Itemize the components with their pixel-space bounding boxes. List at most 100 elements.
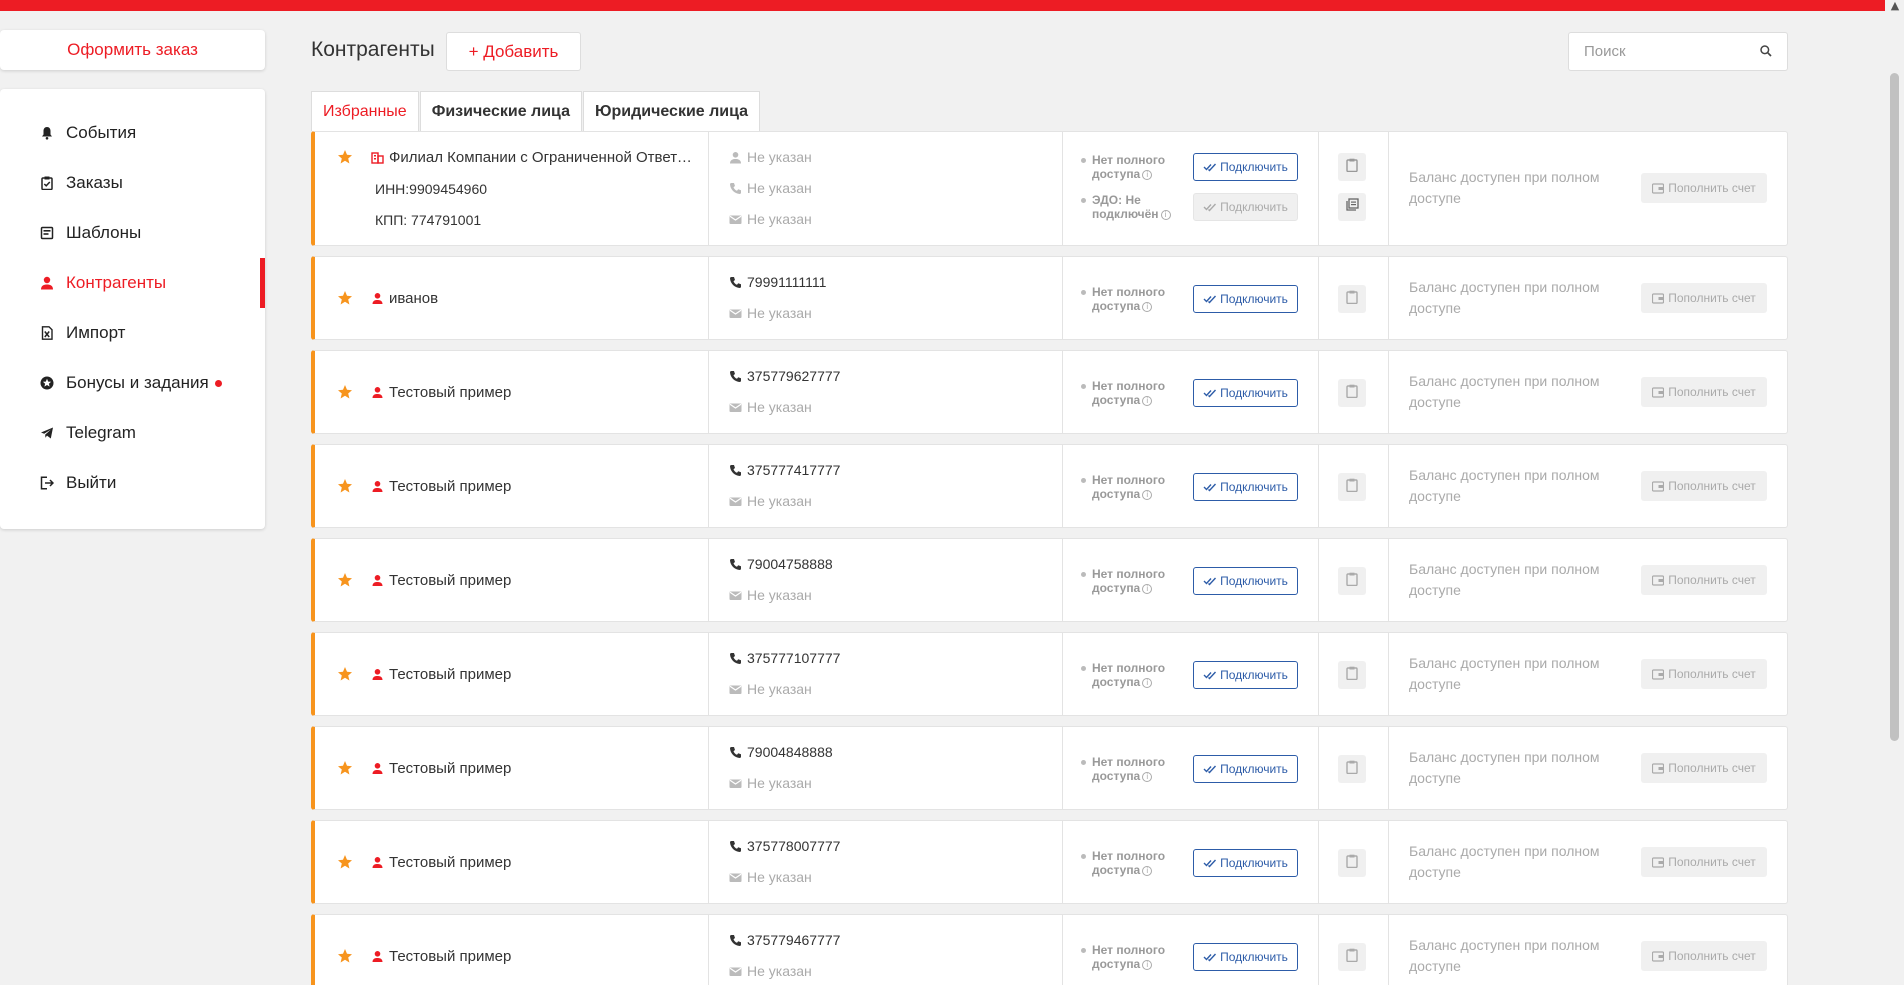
info-icon[interactable]: i <box>1142 169 1153 180</box>
balance-note: Баланс доступен при полном доступе <box>1409 749 1600 786</box>
favorite-star-icon[interactable] <box>337 854 353 870</box>
phone-value[interactable]: 375778007777 <box>747 838 840 854</box>
sidebar-item-import[interactable]: Импорт <box>0 308 265 358</box>
connect-edo-button[interactable]: Подключить <box>1193 193 1298 221</box>
connect-button[interactable]: Подключить <box>1193 153 1298 181</box>
scrollbar[interactable] <box>1885 11 1904 985</box>
top-up-button[interactable]: Пополнить счет <box>1641 753 1767 783</box>
phone-value[interactable]: 375777107777 <box>747 650 840 666</box>
counterparty-row[interactable]: Тестовый пример 375779467777 Не указан Н… <box>311 914 1788 985</box>
top-up-button[interactable]: Пополнить счет <box>1641 659 1767 689</box>
connect-button[interactable]: Подключить <box>1193 379 1298 407</box>
favorite-star-icon[interactable] <box>337 760 353 776</box>
sidebar-item-bonuses[interactable]: Бонусы и задания <box>0 358 265 408</box>
favorite-star-icon[interactable] <box>337 572 353 588</box>
connect-button[interactable]: Подключить <box>1193 567 1298 595</box>
connect-button[interactable]: Подключить <box>1193 285 1298 313</box>
sidebar-item-events[interactable]: События <box>0 108 265 158</box>
clipboard-button[interactable] <box>1338 661 1366 689</box>
sidebar-item-counterparties[interactable]: Контрагенты <box>0 258 265 308</box>
documents-button[interactable] <box>1338 193 1366 221</box>
info-icon[interactable]: i <box>1160 209 1171 220</box>
counterparty-row[interactable]: Тестовый пример 375777417777 Не указан Н… <box>311 444 1788 528</box>
contacts-cell: 79991111111 Не указан <box>709 257 1063 339</box>
person-name[interactable]: Тестовый пример <box>389 478 511 495</box>
connect-button[interactable]: Подключить <box>1193 943 1298 971</box>
top-up-button[interactable]: Пополнить счет <box>1641 471 1767 501</box>
person-name[interactable]: Тестовый пример <box>389 666 511 683</box>
scroll-up-arrow-icon[interactable]: ▲ <box>1888 0 1902 11</box>
counterparty-row[interactable]: иванов 79991111111 Не указан Нет полного… <box>311 256 1788 340</box>
tab-favorites[interactable]: Избранные <box>311 91 419 131</box>
add-counterparty-button[interactable]: + Добавить <box>446 32 581 71</box>
sidebar-item-templates[interactable]: Шаблоны <box>0 208 265 258</box>
phone-line: 79991111111 <box>729 274 826 290</box>
clipboard-button[interactable] <box>1338 153 1366 181</box>
tab-individuals[interactable]: Физические лица <box>419 91 582 131</box>
info-icon[interactable]: i <box>1142 771 1153 782</box>
info-icon[interactable]: i <box>1142 301 1153 312</box>
sidebar-item-telegram[interactable]: Telegram <box>0 408 265 458</box>
person-name[interactable]: иванов <box>389 290 438 307</box>
connect-button[interactable]: Подключить <box>1193 473 1298 501</box>
counterparty-row[interactable]: Тестовый пример 79004758888 Не указан Не… <box>311 538 1788 622</box>
top-up-button[interactable]: Пополнить счет <box>1641 941 1767 971</box>
person-name[interactable]: Тестовый пример <box>389 384 511 401</box>
favorite-star-icon[interactable] <box>337 384 353 400</box>
sidebar-item-orders[interactable]: Заказы <box>0 158 265 208</box>
clipboard-button[interactable] <box>1338 567 1366 595</box>
search-input[interactable] <box>1569 33 1749 70</box>
info-icon[interactable]: i <box>1142 959 1153 970</box>
clipboard-button[interactable] <box>1338 943 1366 971</box>
favorite-star-icon[interactable] <box>337 948 353 964</box>
company-name[interactable]: Филиал Компании с Ограниченной Ответстве… <box>389 149 699 166</box>
info-icon[interactable]: i <box>1142 865 1153 876</box>
counterparty-row[interactable]: Тестовый пример 375779627777 Не указан Н… <box>311 350 1788 434</box>
clipboard-button[interactable] <box>1338 285 1366 313</box>
counterparty-row[interactable]: Тестовый пример 375777107777 Не указан Н… <box>311 632 1788 716</box>
person-name[interactable]: Тестовый пример <box>389 572 511 589</box>
email-line: Не указан <box>729 399 812 415</box>
favorite-star-icon[interactable] <box>337 666 353 682</box>
counterparty-row[interactable]: Тестовый пример 79004848888 Не указан Не… <box>311 726 1788 810</box>
clipboard-icon <box>1346 384 1358 403</box>
connect-button[interactable]: Подключить <box>1193 661 1298 689</box>
top-up-button[interactable]: Пополнить счет <box>1641 377 1767 407</box>
email-value: Не указан <box>747 211 812 227</box>
clipboard-button[interactable] <box>1338 849 1366 877</box>
person-name[interactable]: Тестовый пример <box>389 760 511 777</box>
counterparty-row[interactable]: Тестовый пример 375778007777 Не указан Н… <box>311 820 1788 904</box>
top-up-button[interactable]: Пополнить счет <box>1641 847 1767 877</box>
favorite-star-icon[interactable] <box>337 290 353 306</box>
sidebar-item-label: Бонусы и задания <box>66 373 209 392</box>
search-icon[interactable] <box>1759 44 1773 58</box>
clipboard-button[interactable] <box>1338 473 1366 501</box>
person-name[interactable]: Тестовый пример <box>389 854 511 871</box>
phone-value[interactable]: 79991111111 <box>747 274 826 290</box>
person-name[interactable]: Тестовый пример <box>389 948 511 965</box>
phone-value[interactable]: 375777417777 <box>747 462 840 478</box>
no-full-access-label: Нет полного доступа i <box>1081 379 1176 407</box>
clipboard-button[interactable] <box>1338 379 1366 407</box>
favorite-star-icon[interactable] <box>337 149 353 165</box>
phone-value[interactable]: 375779467777 <box>747 932 840 948</box>
info-icon[interactable]: i <box>1142 677 1153 688</box>
scrollbar-thumb[interactable] <box>1890 73 1899 741</box>
connect-button[interactable]: Подключить <box>1193 849 1298 877</box>
info-icon[interactable]: i <box>1142 583 1153 594</box>
top-up-button[interactable]: Пополнить счет <box>1641 565 1767 595</box>
connect-button[interactable]: Подключить <box>1193 755 1298 783</box>
phone-value[interactable]: 79004848888 <box>747 744 833 760</box>
counterparty-row[interactable]: Филиал Компании с Ограниченной Ответстве… <box>311 131 1788 246</box>
sidebar-item-logout[interactable]: Выйти <box>0 458 265 508</box>
phone-value[interactable]: 79004758888 <box>747 556 833 572</box>
phone-value[interactable]: 375779627777 <box>747 368 840 384</box>
clipboard-button[interactable] <box>1338 755 1366 783</box>
favorite-star-icon[interactable] <box>337 478 353 494</box>
info-icon[interactable]: i <box>1142 395 1153 406</box>
top-up-button[interactable]: Пополнить счет <box>1641 173 1767 203</box>
top-up-button[interactable]: Пополнить счет <box>1641 283 1767 313</box>
place-order-button[interactable]: Оформить заказ <box>0 30 265 70</box>
tab-legal-entities[interactable]: Юридические лица <box>582 91 761 131</box>
info-icon[interactable]: i <box>1142 489 1153 500</box>
